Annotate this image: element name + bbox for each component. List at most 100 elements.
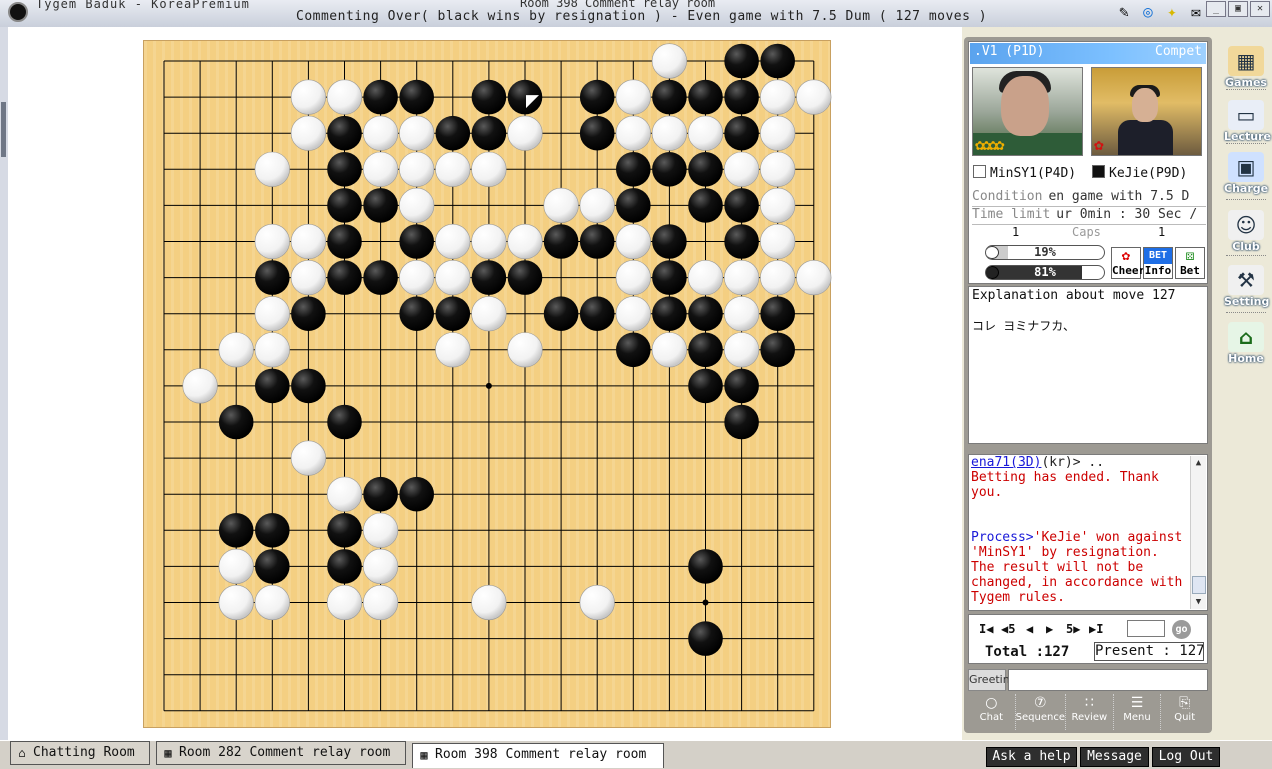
white-stone[interactable] bbox=[687, 260, 724, 296]
white-stone[interactable] bbox=[435, 260, 471, 296]
first-move-button[interactable]: I◀ bbox=[979, 622, 993, 636]
white-stone[interactable] bbox=[615, 296, 651, 332]
bet-button[interactable]: ⚄ Bet bbox=[1175, 247, 1205, 279]
black-stone[interactable] bbox=[363, 79, 398, 115]
message-button[interactable]: Message bbox=[1080, 747, 1149, 767]
go-button[interactable]: go bbox=[1172, 620, 1191, 639]
white-stone[interactable] bbox=[290, 79, 326, 115]
white-stone[interactable] bbox=[615, 79, 651, 115]
white-stone[interactable] bbox=[723, 260, 760, 296]
black-stone[interactable] bbox=[760, 43, 795, 79]
white-stone[interactable] bbox=[363, 512, 399, 548]
cheer-button[interactable]: ✿ Cheer bbox=[1111, 247, 1145, 279]
black-stone[interactable] bbox=[363, 476, 398, 512]
black-stone[interactable] bbox=[471, 115, 507, 151]
menu-button[interactable]: ☰ Menu bbox=[1114, 694, 1162, 730]
last-move-button[interactable]: ▶I bbox=[1089, 622, 1103, 636]
black-stone[interactable] bbox=[652, 79, 687, 115]
go-board-grid[interactable] bbox=[144, 41, 832, 729]
white-stone[interactable] bbox=[254, 584, 290, 621]
lightbulb-icon[interactable]: ✦ bbox=[1162, 2, 1182, 22]
white-stone[interactable] bbox=[760, 151, 796, 187]
sequence-button[interactable]: ⑦ Sequence bbox=[1016, 694, 1066, 730]
black-stone[interactable] bbox=[363, 260, 398, 295]
black-stone[interactable] bbox=[291, 368, 326, 404]
white-stone[interactable] bbox=[760, 79, 796, 115]
white-stone[interactable] bbox=[651, 43, 688, 79]
black-stone[interactable] bbox=[291, 296, 326, 331]
ask-help-button[interactable]: Ask a help bbox=[986, 747, 1077, 767]
black-stone[interactable] bbox=[363, 188, 398, 223]
forward-5-button[interactable]: 5▶ bbox=[1066, 622, 1080, 636]
black-stone[interactable] bbox=[724, 368, 759, 404]
white-stone[interactable] bbox=[254, 223, 290, 260]
white-stone[interactable] bbox=[760, 115, 796, 151]
black-stone[interactable] bbox=[218, 404, 254, 440]
white-stone[interactable] bbox=[723, 296, 760, 332]
white-stone[interactable] bbox=[290, 223, 326, 260]
black-stone[interactable] bbox=[724, 224, 759, 259]
black-stone[interactable] bbox=[399, 296, 434, 331]
black-stone[interactable] bbox=[616, 188, 651, 223]
greeting-button[interactable]: Greeting bbox=[968, 669, 1017, 691]
black-stone[interactable] bbox=[688, 188, 723, 223]
black-stone[interactable] bbox=[724, 79, 759, 115]
black-stone[interactable] bbox=[471, 260, 507, 295]
white-stone[interactable] bbox=[579, 584, 615, 621]
white-stone[interactable] bbox=[651, 115, 688, 151]
black-stone[interactable] bbox=[327, 152, 362, 187]
white-stone[interactable] bbox=[796, 79, 832, 115]
white-stone[interactable] bbox=[218, 584, 254, 621]
chat-user-link[interactable]: ena71(3D) bbox=[971, 455, 1041, 470]
white-player-photo[interactable]: ✿✿✿✿ bbox=[972, 67, 1083, 156]
chat-button[interactable]: ○ Chat bbox=[968, 694, 1016, 730]
black-stone[interactable] bbox=[652, 260, 687, 295]
white-stone[interactable] bbox=[615, 115, 651, 151]
white-stone[interactable] bbox=[471, 151, 507, 187]
info-button[interactable]: BET Info bbox=[1143, 247, 1173, 279]
black-stone[interactable] bbox=[327, 260, 362, 295]
black-stone[interactable] bbox=[507, 79, 543, 115]
scroll-up-icon[interactable]: ▲ bbox=[1191, 456, 1206, 470]
black-stone[interactable] bbox=[327, 404, 362, 440]
white-stone[interactable] bbox=[760, 223, 796, 260]
sidebar-item-setting[interactable]: ⚒ Setting bbox=[1224, 265, 1269, 308]
black-stone[interactable] bbox=[688, 152, 723, 187]
white-stone[interactable] bbox=[543, 187, 579, 223]
black-stone[interactable] bbox=[760, 332, 795, 368]
move-number-input[interactable] bbox=[1127, 620, 1165, 637]
white-stone[interactable] bbox=[760, 260, 796, 296]
black-stone[interactable] bbox=[435, 115, 471, 151]
black-stone[interactable] bbox=[579, 296, 615, 331]
black-stone[interactable] bbox=[724, 188, 759, 223]
black-player-name[interactable]: KeJie(P9D) bbox=[1092, 165, 1187, 181]
white-stone[interactable] bbox=[507, 115, 543, 151]
chat-log[interactable]: ena71(3D)(kr)> .. Betting has ended. Tha… bbox=[968, 454, 1208, 611]
black-stone[interactable] bbox=[327, 188, 362, 223]
black-stone[interactable] bbox=[255, 368, 290, 404]
black-stone[interactable] bbox=[760, 296, 795, 331]
white-stone[interactable] bbox=[290, 440, 326, 476]
black-player-photo[interactable]: ✿ bbox=[1091, 67, 1202, 156]
black-stone[interactable] bbox=[579, 115, 615, 151]
black-stone[interactable] bbox=[327, 224, 362, 259]
black-stone[interactable] bbox=[652, 152, 687, 187]
black-stone[interactable] bbox=[218, 513, 254, 548]
white-stone[interactable] bbox=[579, 187, 615, 223]
black-stone[interactable] bbox=[688, 549, 723, 584]
go-board[interactable] bbox=[143, 40, 832, 729]
black-stone[interactable] bbox=[579, 79, 615, 115]
black-stone[interactable] bbox=[399, 79, 434, 115]
white-stone[interactable] bbox=[399, 151, 435, 187]
black-stone[interactable] bbox=[471, 79, 507, 115]
black-stone[interactable] bbox=[652, 224, 687, 259]
white-stone[interactable] bbox=[615, 260, 651, 296]
maximize-button[interactable]: ▣ bbox=[1228, 1, 1248, 17]
white-stone[interactable] bbox=[507, 332, 543, 368]
white-stone[interactable] bbox=[290, 115, 326, 151]
back-5-button[interactable]: ◀5 bbox=[1001, 622, 1015, 636]
white-stone[interactable] bbox=[254, 332, 290, 368]
black-stone[interactable] bbox=[724, 115, 759, 151]
white-stone[interactable] bbox=[218, 548, 254, 585]
white-stone[interactable] bbox=[399, 187, 435, 223]
